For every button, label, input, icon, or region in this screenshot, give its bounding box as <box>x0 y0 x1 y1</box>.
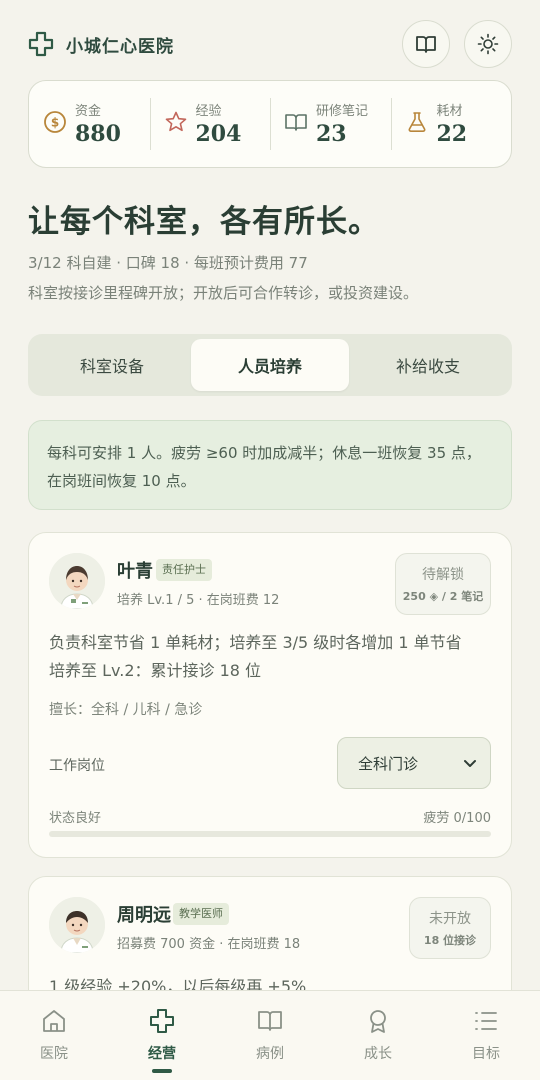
fatigue-text: 疲劳 0/100 <box>423 811 491 826</box>
hospital-icon <box>43 1010 65 1032</box>
nav-label: 经营 <box>148 1046 176 1062</box>
unlock-training-button[interactable]: 待解锁 250 ◈ / 2 笔记 <box>395 553 491 615</box>
role-badge: 教学医师 <box>173 903 229 925</box>
stat-value: 204 <box>195 121 242 147</box>
role-badge: 责任护士 <box>156 559 212 581</box>
staff-subtitle: 招募费 700 资金 · 在岗班费 18 <box>117 937 301 952</box>
stat-funds: $ 资金 880 <box>29 96 150 152</box>
section-tabs: 科室设备 人员培养 补给收支 <box>28 334 512 396</box>
hero-meta: 3/12 科自建 · 口碑 18 · 每班预计费用 77 <box>28 254 308 272</box>
hero-description: 科室按接诊里程碑开放；开放后可合作转诊，或投资建设。 <box>28 284 419 302</box>
staff-subtitle: 培养 Lv.1 / 5 · 在岗班费 12 <box>117 593 280 608</box>
theme-toggle-button[interactable] <box>464 20 512 68</box>
bottom-nav: 医院 经营 病例 成长 目标 <box>0 990 540 1080</box>
nav-item-operations[interactable]: 经营 <box>108 991 216 1080</box>
staff-card: 叶青 责任护士 培养 Lv.1 / 5 · 在岗班费 12 待解锁 250 ◈ … <box>28 532 512 858</box>
stat-value: 880 <box>75 121 121 147</box>
staff-skills: 擅长：全科 / 儿科 / 急诊 <box>49 702 203 718</box>
fatigue-bar <box>49 831 491 837</box>
description-line: 负责科室节省 1 单耗材；培养至 3/5 级时各增加 1 单节省 <box>49 633 462 652</box>
stat-value: 22 <box>436 121 468 147</box>
stat-notes: 研修笔记 23 <box>270 96 391 152</box>
book-icon <box>416 36 436 53</box>
nav-label: 成长 <box>364 1046 392 1062</box>
list-icon <box>475 1012 497 1030</box>
page-title: 让每个科室，各有所长。 <box>28 204 380 240</box>
staff-description: 负责科室节省 1 单耗材；培养至 3/5 级时各增加 1 单节省 培养至 Lv.… <box>49 629 491 685</box>
guide-book-button[interactable] <box>402 20 450 68</box>
nav-item-goals[interactable]: 目标 <box>432 991 540 1080</box>
tab-staff-training[interactable]: 人员培养 <box>191 339 349 391</box>
stat-label: 研修笔记 <box>316 104 369 119</box>
banner-line: 每科可安排 1 人。疲劳 ≥60 时加成减半；休息一班恢复 35 点， <box>47 444 481 462</box>
nav-item-hospital[interactable]: 医院 <box>0 991 108 1080</box>
post-label: 工作岗位 <box>49 758 105 774</box>
tab-supplies[interactable]: 补给收支 <box>349 339 507 391</box>
resource-stats: $ 资金 880 经验 204 研修笔记 23 耗材 22 <box>28 80 512 168</box>
app-header: 小城仁心医院 <box>28 20 512 68</box>
brand: 小城仁心医院 <box>28 31 174 57</box>
tab-equipment[interactable]: 科室设备 <box>33 339 191 391</box>
info-banner: 每科可安排 1 人。疲劳 ≥60 时加成减半；休息一班恢复 35 点， 在岗班间… <box>28 420 512 510</box>
flask-icon <box>408 112 425 132</box>
stat-supplies: 耗材 22 <box>390 96 512 152</box>
avatar <box>49 553 105 609</box>
banner-line: 在岗班间恢复 10 点。 <box>47 472 196 490</box>
button-cost: 250 ◈ / 2 笔记 <box>402 590 484 603</box>
stat-experience: 经验 204 <box>149 96 271 152</box>
avatar <box>49 897 105 953</box>
nav-label: 医院 <box>40 1046 68 1062</box>
post-select-value: 全科门诊 <box>358 754 419 773</box>
staff-name: 周明远 <box>117 905 171 926</box>
nav-label: 病例 <box>256 1046 284 1062</box>
nav-item-cases[interactable]: 病例 <box>216 991 324 1080</box>
button-title: 未开放 <box>429 911 471 927</box>
book-icon <box>285 114 307 131</box>
status-text: 状态良好 <box>49 811 102 826</box>
book-open-icon <box>258 1011 282 1031</box>
coin-icon: $ <box>44 111 66 133</box>
stat-label: 耗材 <box>436 104 463 119</box>
nav-item-growth[interactable]: 成长 <box>324 991 432 1080</box>
stat-label: 经验 <box>195 104 222 119</box>
button-title: 待解锁 <box>422 567 464 583</box>
nav-label: 目标 <box>472 1046 500 1062</box>
recruit-button[interactable]: 未开放 18 位接诊 <box>409 897 491 959</box>
nurse-avatar-icon <box>49 553 105 609</box>
button-requirement: 18 位接诊 <box>423 934 477 947</box>
badge-icon <box>370 1010 386 1033</box>
cross-logo-icon <box>28 31 54 57</box>
staff-name: 叶青 <box>117 561 153 582</box>
stat-label: 资金 <box>75 104 102 119</box>
description-line: 培养至 Lv.2：累计接诊 18 位 <box>49 661 262 680</box>
app-title: 小城仁心医院 <box>66 36 174 57</box>
sun-icon <box>477 33 499 55</box>
star-icon <box>165 111 186 132</box>
doctor-avatar-icon <box>49 897 105 953</box>
stat-value: 23 <box>316 121 347 147</box>
cross-icon <box>150 1009 174 1033</box>
post-select[interactable]: 全科门诊 <box>337 737 491 789</box>
chevron-down-icon <box>464 760 476 767</box>
svg-text:$: $ <box>51 116 59 130</box>
active-indicator <box>152 1069 172 1073</box>
